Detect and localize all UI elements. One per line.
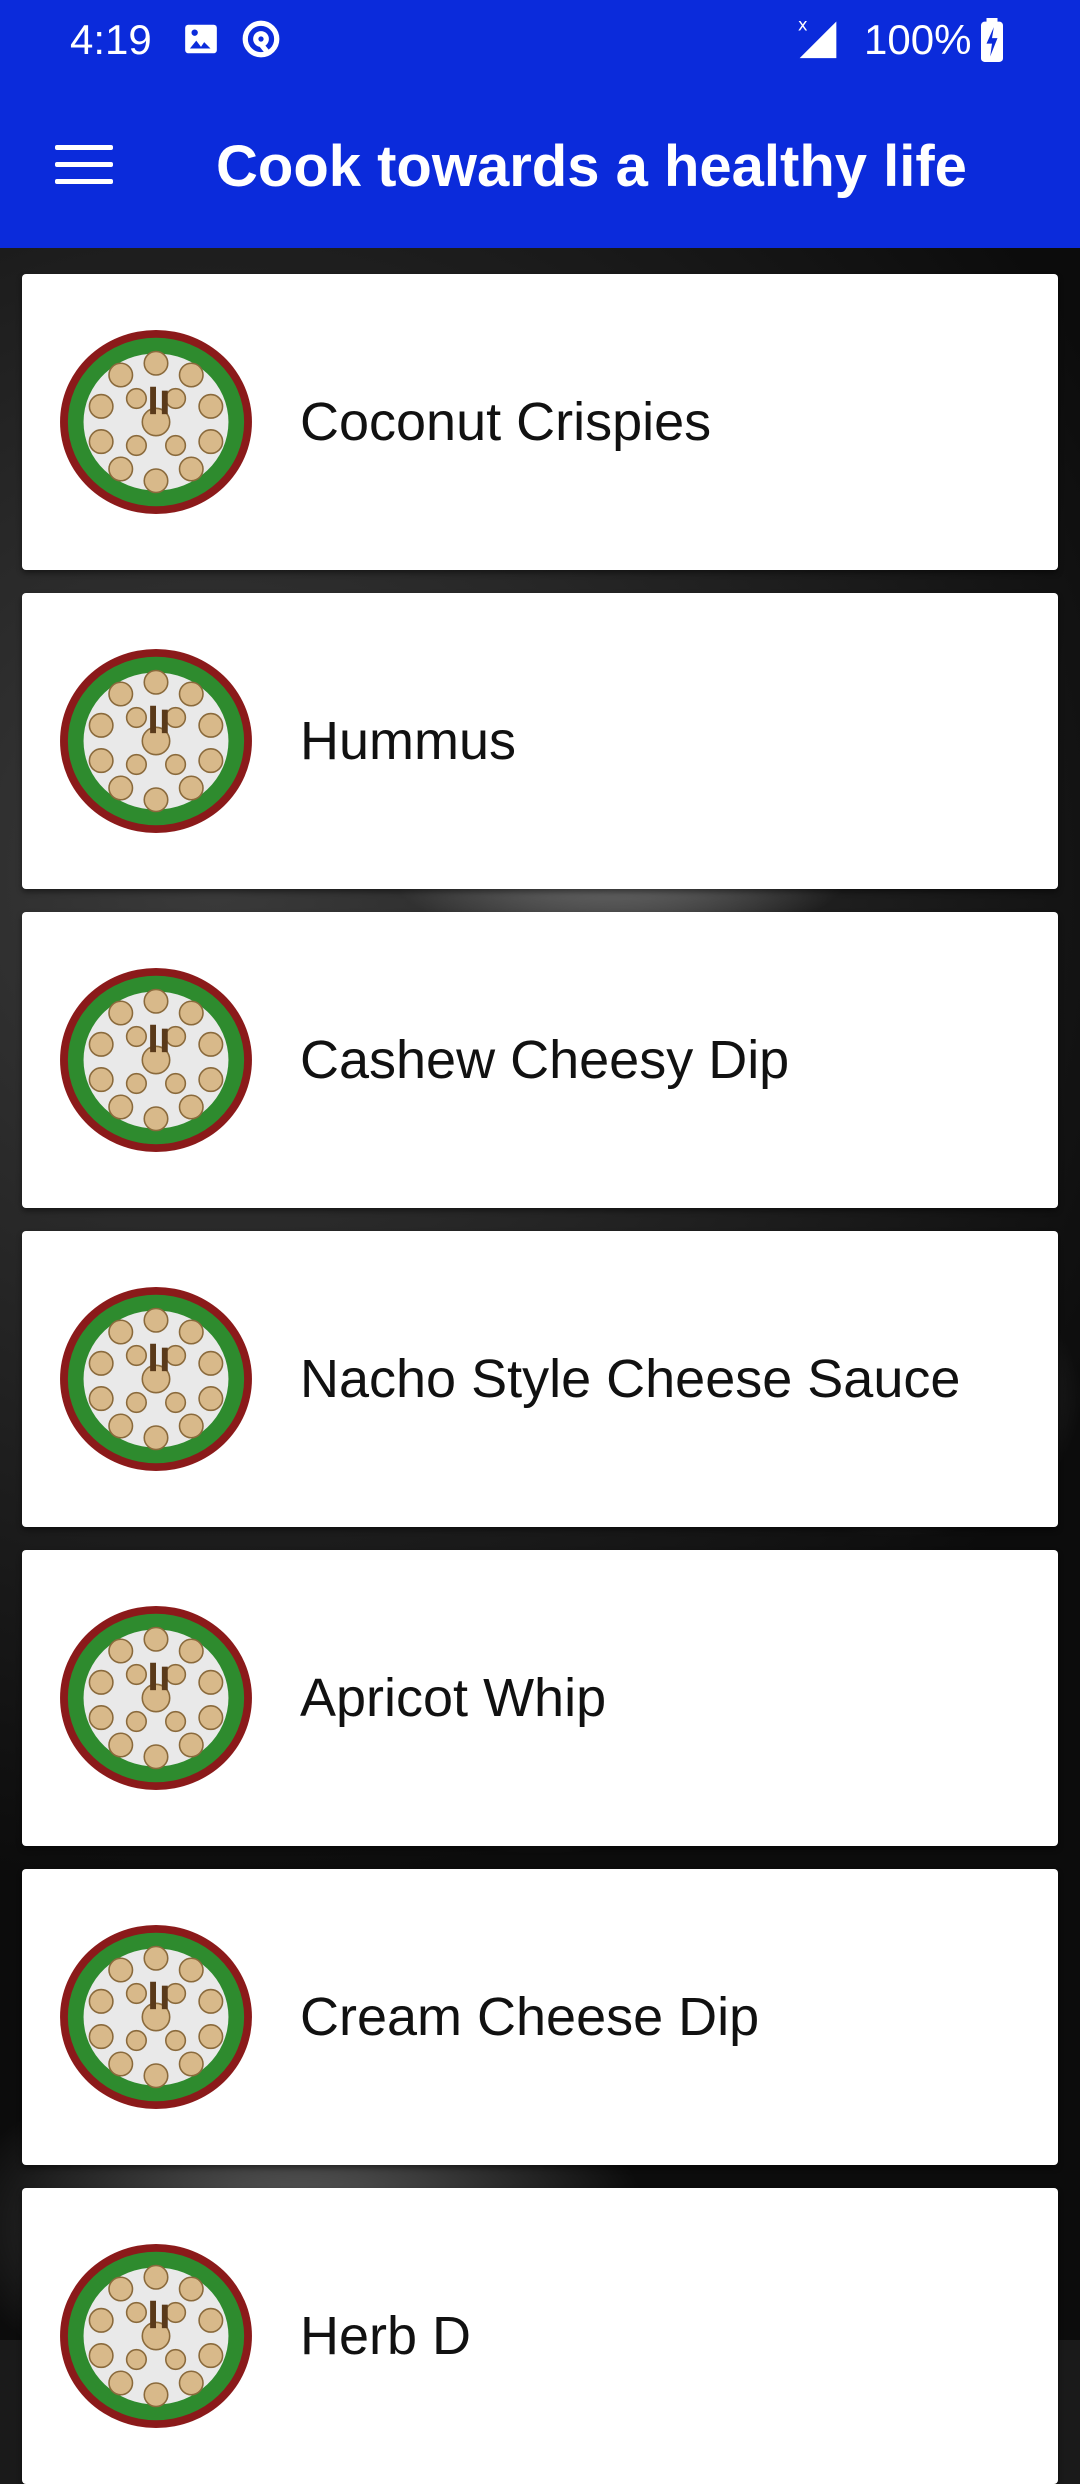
recipe-title: Cream Cheese Dip (300, 1987, 760, 2047)
app-title: Cook towards a healthy life (216, 134, 967, 199)
recipe-thumbnail-icon (60, 1924, 252, 2110)
recipe-title: Cashew Cheesy Dip (300, 1030, 790, 1090)
recipe-card[interactable]: Cashew Cheesy Dip (22, 912, 1058, 1208)
recipe-card[interactable]: Apricot Whip (22, 1550, 1058, 1846)
recipe-thumbnail-icon (60, 1605, 252, 1791)
recipe-title: Coconut Crispies (300, 392, 712, 452)
recipe-card[interactable]: Nacho Style Cheese Sauce (22, 1231, 1058, 1527)
hamburger-menu-icon[interactable] (40, 124, 128, 204)
recipe-title: Apricot Whip (300, 1668, 607, 1728)
battery-charging-icon (978, 18, 1006, 67)
recipe-thumbnail-icon (60, 2243, 252, 2429)
battery-percentage: 100% (864, 16, 972, 63)
recipe-thumbnail-icon (60, 1286, 252, 1472)
image-icon (182, 20, 220, 63)
recipe-title: Hummus (300, 711, 517, 771)
status-time: 4:19 (70, 16, 152, 63)
recipe-thumbnail-icon (60, 648, 252, 834)
recipe-thumbnail-icon (60, 329, 252, 515)
recipe-card[interactable]: Herb D (22, 2188, 1058, 2484)
recipe-thumbnail-icon (60, 967, 252, 1153)
sync-icon (240, 18, 282, 65)
recipe-card[interactable]: Cream Cheese Dip (22, 1869, 1058, 2165)
status-bar: 4:19 x 100% (0, 0, 1080, 80)
recipe-title: Nacho Style Cheese Sauce (300, 1349, 961, 1409)
app-bar: Cook towards a healthy life (0, 80, 1080, 248)
recipe-card[interactable]: Coconut Crispies (22, 274, 1058, 570)
svg-text:x: x (798, 16, 808, 35)
recipe-card[interactable]: Hummus (22, 593, 1058, 889)
signal-icon: x (796, 14, 840, 67)
recipe-title: Herb D (300, 2306, 472, 2366)
